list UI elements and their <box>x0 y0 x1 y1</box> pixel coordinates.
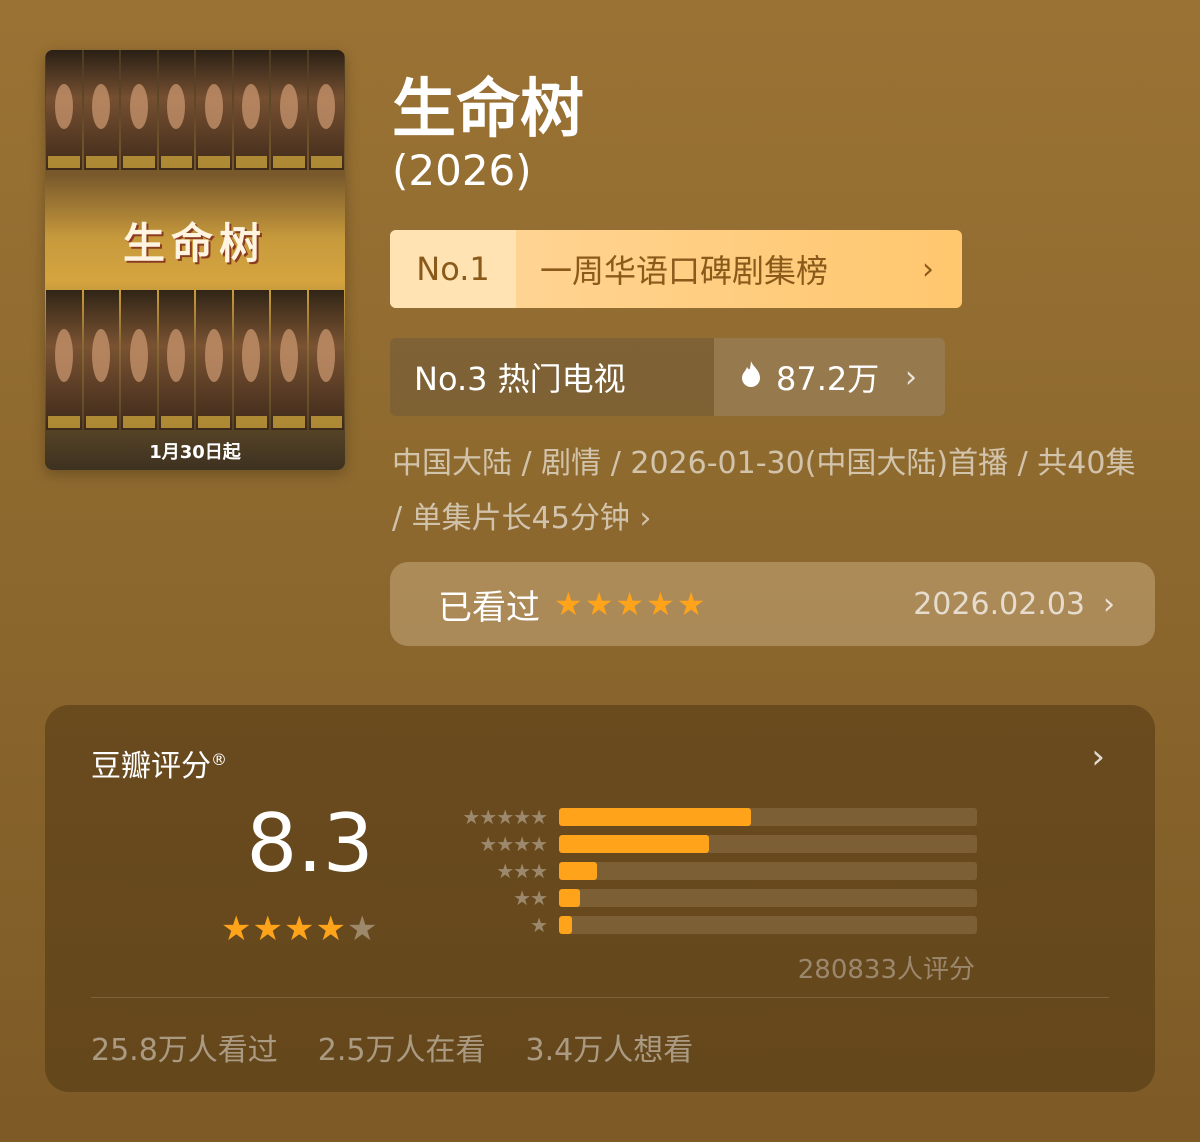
chevron-right-icon: › <box>639 501 652 536</box>
watched-date: 2026.02.03 <box>913 586 1085 622</box>
chevron-right-icon: › <box>922 251 934 287</box>
watched-label: 已看过 <box>438 587 540 628</box>
distribution-bar-track <box>559 808 977 826</box>
watched-status-bar[interactable]: 已看过 ★★★★★ 2026.02.03 › <box>390 562 1155 646</box>
distribution-stars: ★★★★★ <box>462 805 548 829</box>
stat-watched: 25.8万人看过 <box>91 1033 278 1068</box>
star-icon: ★ <box>346 909 379 949</box>
stat-watching: 2.5万人在看 <box>317 1033 486 1068</box>
chevron-right-icon: › <box>1103 586 1115 622</box>
rating-title: 豆瓣评分® <box>91 749 227 784</box>
star-icon: ★ <box>315 909 347 949</box>
distribution-bar-track <box>559 835 977 853</box>
distribution-bar-fill <box>559 835 710 853</box>
distribution-stars: ★★ <box>513 886 548 910</box>
chevron-right-icon[interactable]: › <box>1091 737 1105 777</box>
rank-badge-popular[interactable]: No.3 热门电视 87.2万 › <box>390 338 945 416</box>
heat-value: 87.2万 <box>776 360 880 398</box>
stat-want-to-watch: 3.4万人想看 <box>525 1033 694 1068</box>
distribution-bar-track <box>559 889 977 907</box>
rank-number: No.1 <box>390 230 516 308</box>
rating-stars: ★★★★★ <box>221 909 378 949</box>
distribution-stars: ★★★ <box>496 859 548 883</box>
distribution-stars: ★ <box>530 913 548 937</box>
distribution-bar-track <box>559 862 977 880</box>
release-year: (2026) <box>392 146 532 195</box>
distribution-stars: ★★★★ <box>479 832 548 856</box>
douban-rating-card[interactable]: 豆瓣评分® › 8.3 ★★★★★ ★★★★★ ★★★★ ★★★ ★★ ★ 280833… <box>45 705 1155 1092</box>
chevron-right-icon: › <box>905 359 917 395</box>
poster-date: 1月30日起 <box>149 442 241 463</box>
flame-icon <box>740 360 762 395</box>
distribution-bar-fill <box>559 889 580 907</box>
audience-stats: 25.8万人看过 2.5万人在看 3.4万人想看 <box>91 1025 693 1069</box>
poster-cast-bottom <box>45 290 345 430</box>
rating-count: 280833人评分 <box>797 955 975 985</box>
star-icon: ★ <box>252 909 284 949</box>
distribution-bar-fill <box>559 862 597 880</box>
rating-score: 8.3 <box>246 797 374 890</box>
heat-index: 87.2万 › <box>714 338 945 416</box>
distribution-bar-track <box>559 916 977 934</box>
rank-badge-weekly[interactable]: No.1 一周华语口碑剧集榜 › <box>390 230 962 308</box>
meta-text: 中国大陆 / 剧情 / 2026-01-30(中国大陆)首播 / 共40集 / … <box>392 446 1136 536</box>
rank-label: 一周华语口碑剧集榜 <box>540 252 829 290</box>
poster-image[interactable]: 生命树 1月30日起 <box>45 50 345 470</box>
star-icon: ★ <box>221 909 253 949</box>
poster-cast-top <box>45 50 345 170</box>
divider <box>91 997 1109 998</box>
distribution-bar-fill <box>559 916 572 934</box>
show-meta-info[interactable]: 中国大陆 / 剧情 / 2026-01-30(中国大陆)首播 / 共40集 / … <box>392 436 1152 546</box>
star-icon: ★ <box>283 909 316 949</box>
page-title: 生命树 <box>392 73 584 147</box>
distribution-bar-fill <box>559 808 752 826</box>
popular-rank-label: No.3 热门电视 <box>414 360 626 398</box>
poster-title-art: 生命树 <box>122 219 267 268</box>
my-rating-stars: ★★★★★ <box>554 585 708 623</box>
